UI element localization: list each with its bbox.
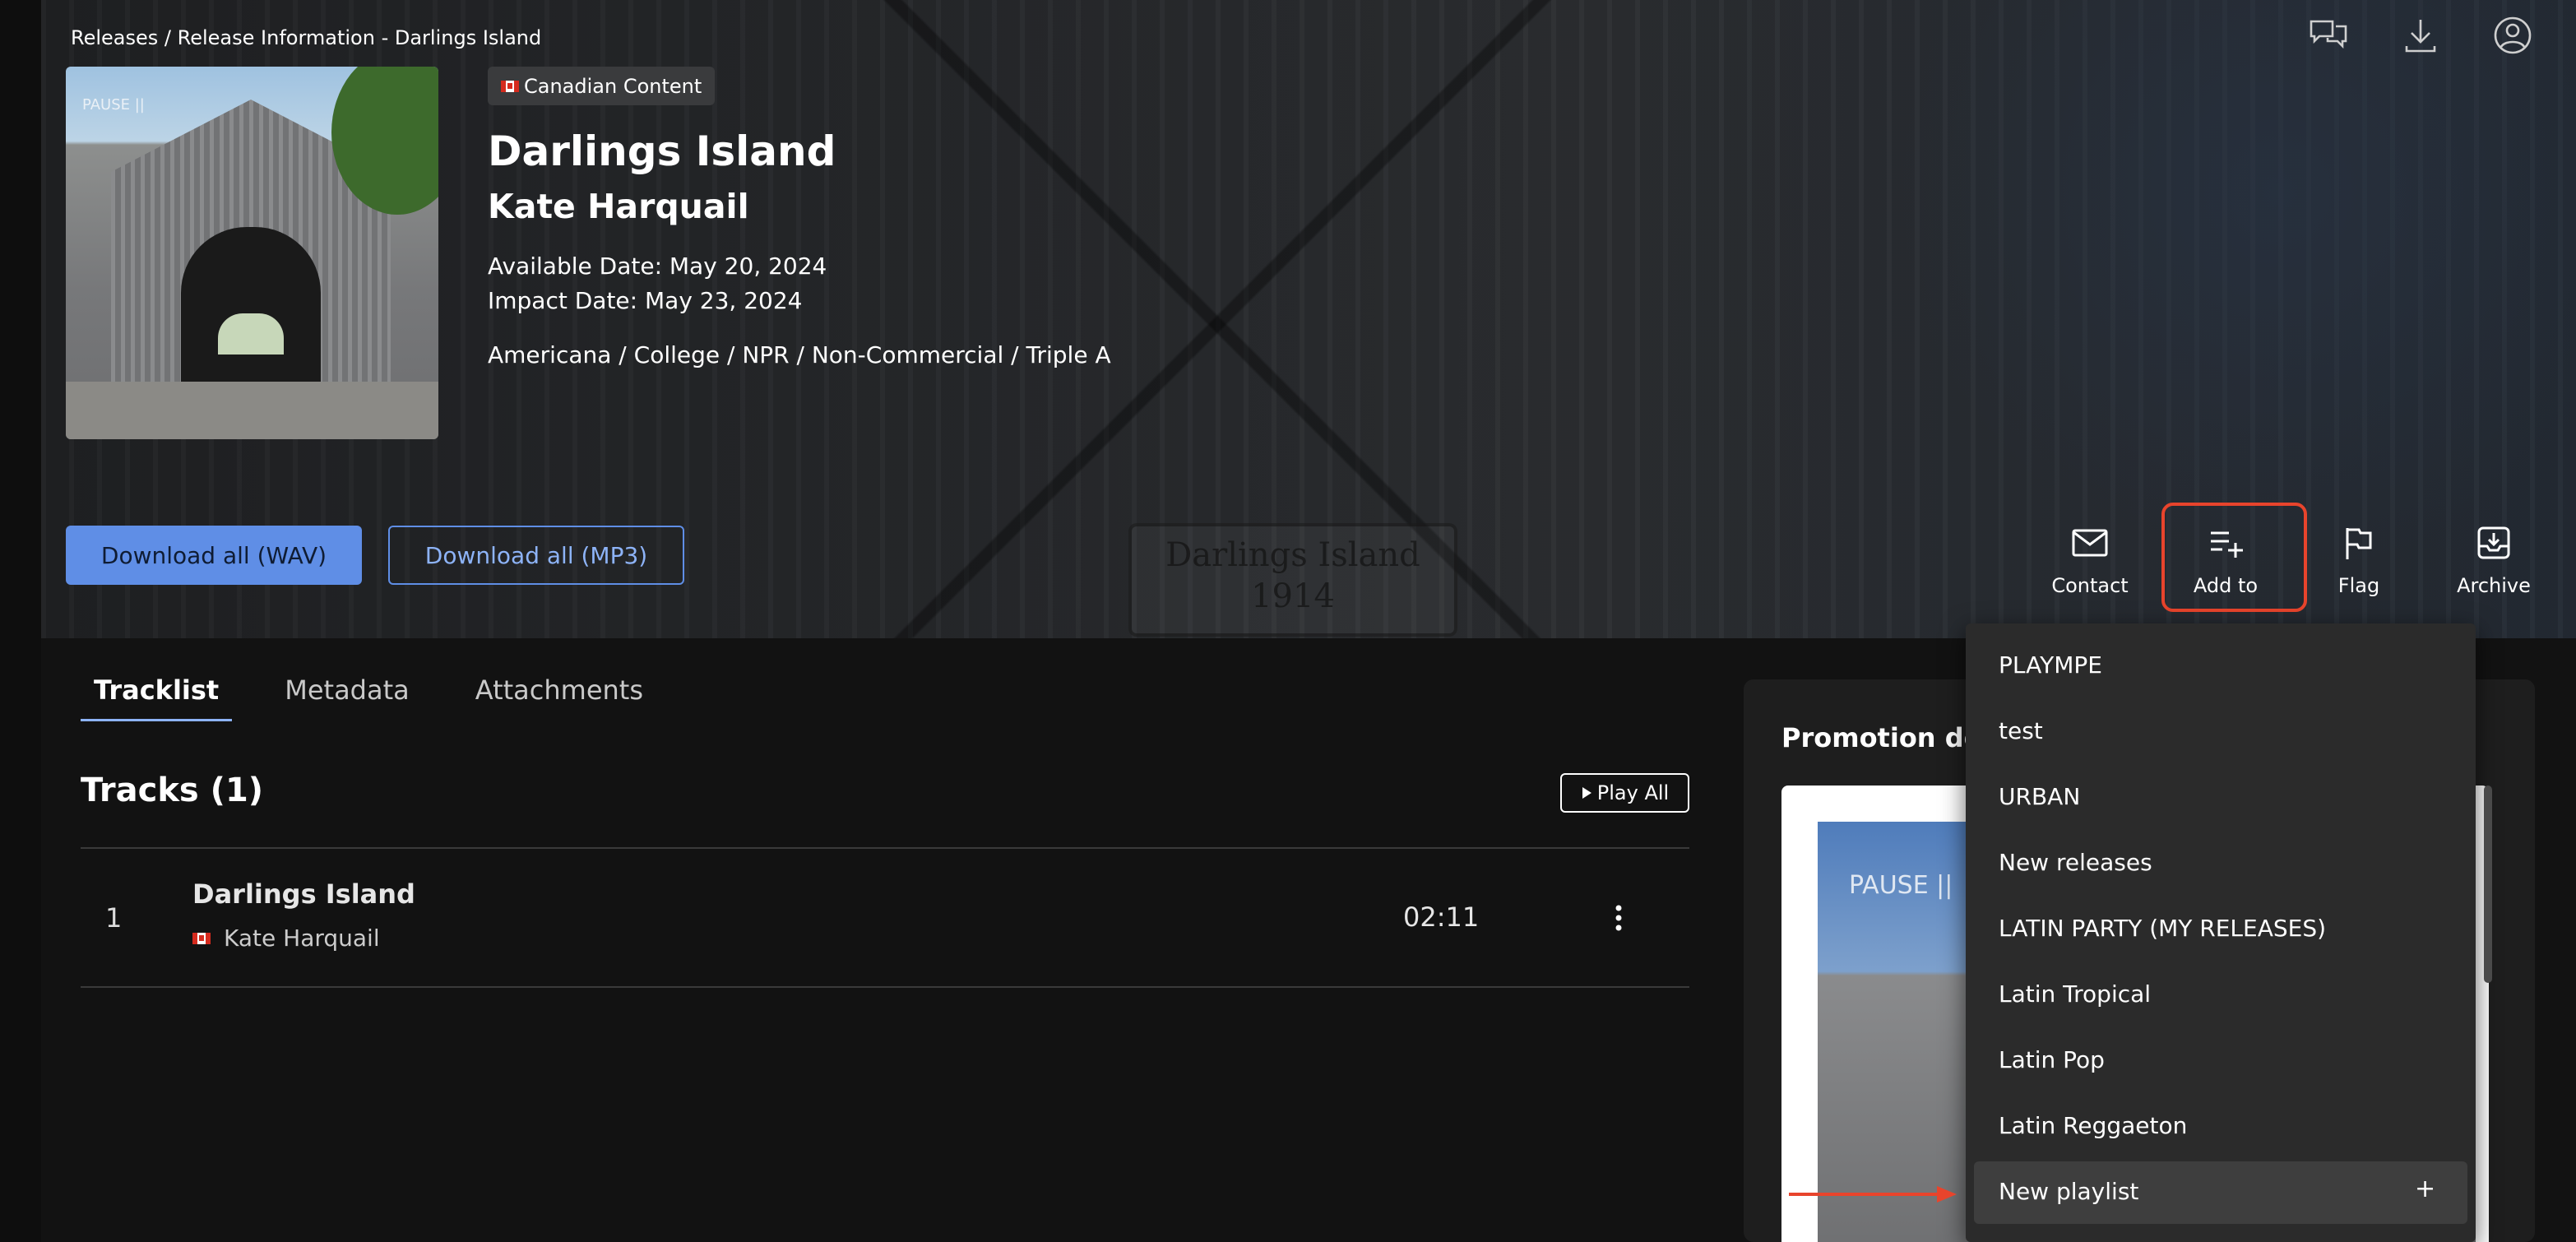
promotion-image-text: PAUSE || [1849,871,1953,900]
flag-button[interactable]: Flag [2305,523,2412,597]
playlist-item[interactable]: URBAN [1999,783,2080,810]
tab-metadata[interactable]: Metadata [271,674,423,721]
track-artist: Kate Harquail [192,925,380,952]
track-divider-bottom [81,986,1689,988]
release-title: Darlings Island [488,127,836,175]
play-all-label: Play All [1596,781,1670,804]
hero-sign-line2: 1914 [1251,577,1335,615]
canada-flag-icon [192,932,211,944]
tracks-heading: Tracks (1) [81,772,264,809]
mail-icon [2072,529,2108,557]
track-number: 1 [105,902,123,934]
flag-icon [2346,528,2372,559]
download-wav-button[interactable]: Download all (WAV) [66,526,362,585]
dropdown-scrollbar[interactable] [2484,786,2492,983]
canadian-content-badge: Canadian Content [488,67,716,105]
impact-date: Impact Date: May 23, 2024 [488,287,803,314]
available-date: Available Date: May 20, 2024 [488,253,827,280]
left-edge-strip [0,0,41,1242]
archive-icon [2477,526,2510,559]
playlist-item[interactable]: Latin Pop [1999,1046,2105,1073]
user-icon[interactable] [2492,15,2533,56]
playlist-item[interactable]: Latin Reggaeton [1999,1112,2187,1139]
play-icon [1582,787,1591,799]
flag-label: Flag [2337,574,2380,597]
archive-button[interactable]: Archive [2440,523,2547,597]
playlist-item[interactable]: test [1999,717,2043,744]
breadcrumb[interactable]: Releases / Release Information - Darling… [71,26,541,49]
release-artist: Kate Harquail [488,187,749,226]
tab-attachments[interactable]: Attachments [462,674,656,721]
genre-list: Americana / College / NPR / Non-Commerci… [488,341,1111,368]
tab-bar: Tracklist Metadata Attachments [81,674,656,721]
contact-label: Contact [2051,574,2129,597]
hero-sign: Darlings Island 1914 [1128,523,1457,637]
arrow-annotation-icon [1789,1186,1957,1203]
tab-tracklist[interactable]: Tracklist [81,674,233,721]
badge-label: Canadian Content [524,74,702,98]
download-icon[interactable] [2400,15,2441,56]
messages-icon[interactable] [2308,15,2349,56]
playlist-item[interactable]: PLAYMPE [1999,651,2102,679]
track-artist-name: Kate Harquail [224,925,380,952]
play-all-button[interactable]: Play All [1560,773,1689,813]
playlist-item[interactable]: Latin Tropical [1999,980,2151,1008]
archive-label: Archive [2457,574,2531,597]
hero-sign-line1: Darlings Island [1165,536,1420,574]
cover-text: PAUSE || [82,96,145,114]
track-duration: 02:11 [1403,901,1480,933]
plus-icon: + [2415,1175,2436,1203]
playlist-item[interactable]: LATIN PARTY (MY RELEASES) [1999,915,2326,942]
playlist-item[interactable]: New releases [1999,849,2152,876]
add-to-highlight [2161,503,2307,612]
album-cover: PAUSE || [66,67,438,439]
download-mp3-button[interactable]: Download all (MP3) [388,526,684,585]
more-options-icon[interactable] [1608,903,1629,933]
contact-button[interactable]: Contact [2036,523,2143,597]
track-title[interactable]: Darlings Island [192,878,415,910]
canada-flag-icon [501,80,519,92]
top-icon-bar [2308,15,2533,56]
track-divider-top [81,847,1689,849]
new-playlist-label: New playlist [1999,1178,2139,1205]
